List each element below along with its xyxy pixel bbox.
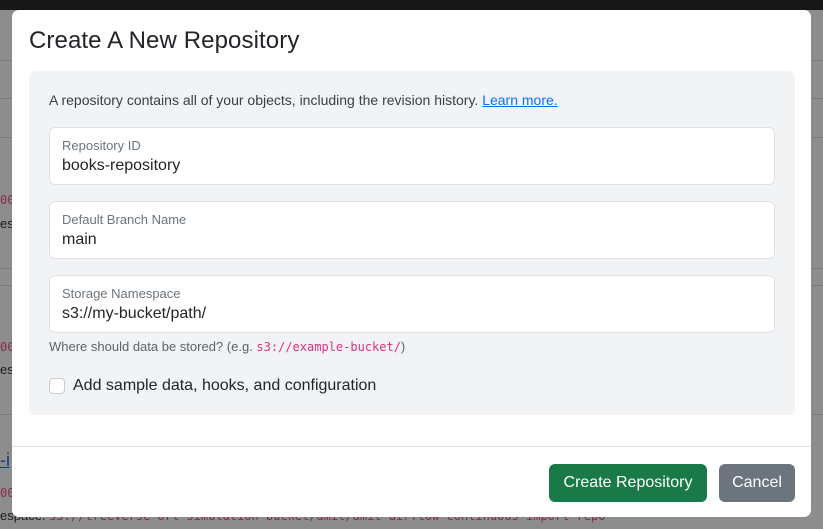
storage-namespace-label: Storage Namespace (62, 286, 181, 301)
sample-data-checkbox[interactable] (49, 378, 65, 394)
modal-title: Create A New Repository (29, 27, 300, 54)
repository-id-input[interactable] (62, 155, 762, 177)
help-suffix: ) (400, 339, 406, 354)
default-branch-label: Default Branch Name (62, 212, 187, 227)
default-branch-input[interactable] (62, 229, 762, 251)
repository-form: A repository contains all of your object… (29, 71, 795, 415)
intro-description: A repository contains all of your object… (49, 92, 479, 108)
sample-data-label[interactable]: Add sample data, hooks, and configuratio… (73, 377, 376, 395)
background-repo-link[interactable]: -i (0, 450, 10, 471)
default-branch-field[interactable]: Default Branch Name (49, 201, 775, 259)
help-example: s3://example-bucket/ (256, 340, 401, 354)
learn-more-link[interactable]: Learn more. (482, 92, 557, 108)
storage-namespace-field[interactable]: Storage Namespace (49, 275, 775, 333)
storage-namespace-input[interactable] (62, 303, 762, 325)
intro-text: A repository contains all of your object… (49, 92, 558, 108)
background-navbar (0, 0, 823, 10)
help-prefix: Where should data be stored? (e.g. (49, 339, 253, 354)
sample-data-option[interactable]: Add sample data, hooks, and configuratio… (49, 375, 376, 397)
storage-namespace-help: Where should data be stored? (e.g. s3://… (49, 339, 405, 354)
repository-id-label: Repository ID (62, 138, 141, 153)
create-repository-modal: Create A New Repository A repository con… (12, 10, 811, 517)
modal-footer-divider (12, 446, 811, 447)
repository-id-field[interactable]: Repository ID (49, 127, 775, 185)
create-repository-button[interactable]: Create Repository (549, 464, 707, 502)
cancel-button[interactable]: Cancel (719, 464, 795, 502)
